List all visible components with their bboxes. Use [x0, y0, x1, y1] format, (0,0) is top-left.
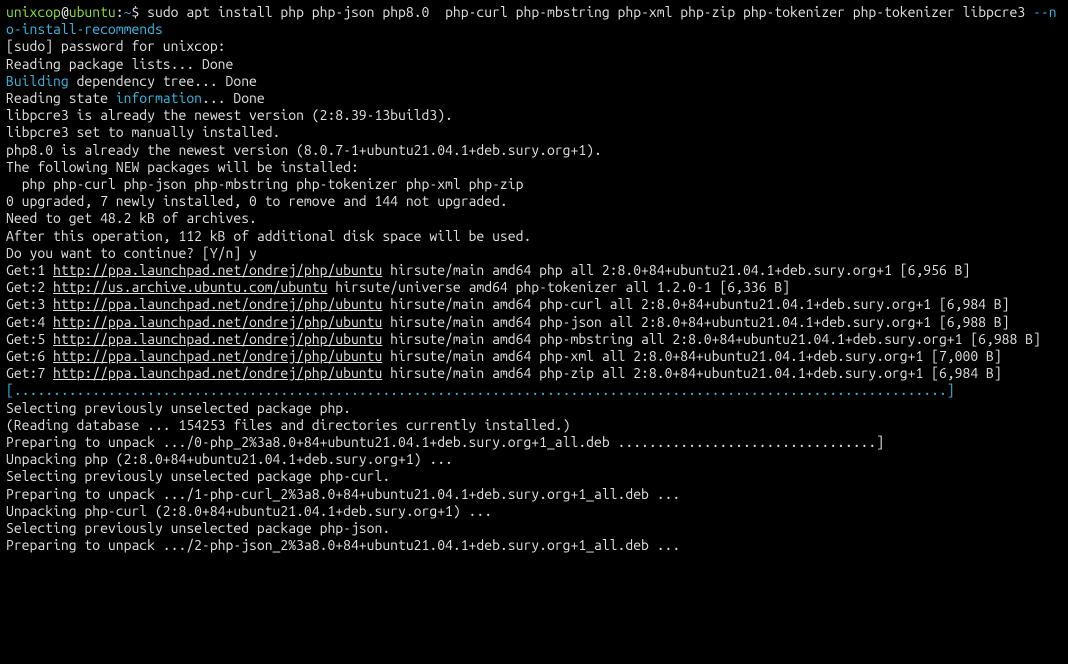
line-get3-pre: Get:3 [6, 296, 53, 312]
line-get3-post: hirsute/main amd64 php-curl all 2:8.0+84… [382, 296, 1009, 312]
line-continue-q: Do you want to continue? [Y/n] y [6, 245, 257, 261]
line-sel-phpjson: Selecting previously unselected package … [6, 520, 390, 536]
line-libpcre-ver: libpcre3 is already the newest version (… [6, 107, 453, 123]
line-upgrade-summary: 0 upgraded, 7 newly installed, 0 to remo… [6, 193, 508, 209]
line-get1-post: hirsute/main amd64 php all 2:8.0+84+ubun… [382, 262, 970, 278]
line-get5-pre: Get:5 [6, 331, 53, 347]
line-sudo-pw: [sudo] password for unixcop: [6, 38, 226, 54]
prompt-at: @ [61, 4, 69, 20]
line-get1-pre: Get:1 [6, 262, 53, 278]
line-get2-post: hirsute/universe amd64 php-tokenizer all… [327, 279, 790, 295]
line-get7-url: http://ppa.launchpad.net/ondrej/php/ubun… [53, 365, 382, 381]
line-unpack-phpcurl: Unpacking php-curl (2:8.0+84+ubuntu21.04… [6, 503, 492, 519]
line-new-pkgs-hdr: The following NEW packages will be insta… [6, 159, 359, 175]
line-get6-post: hirsute/main amd64 php-xml all 2:8.0+84+… [382, 348, 1001, 364]
prompt-symbol: $ [131, 4, 139, 20]
line-get7-pre: Get:7 [6, 365, 53, 381]
command-text: sudo apt install php php-json php8.0 php… [147, 4, 1033, 20]
line-libpcre-manual: libpcre3 set to manually installed. [6, 124, 280, 140]
line-get5-url: http://ppa.launchpad.net/ondrej/php/ubun… [53, 331, 382, 347]
line-get5-post: hirsute/main amd64 php-mbstring all 2:8.… [382, 331, 1041, 347]
line-get6-pre: Get:6 [6, 348, 53, 364]
prompt-colon: : [116, 4, 124, 20]
line-get3-url: http://ppa.launchpad.net/ondrej/php/ubun… [53, 296, 382, 312]
prompt-user: unixcop [6, 4, 61, 20]
line-get4-post: hirsute/main amd64 php-json all 2:8.0+84… [382, 314, 1009, 330]
line-get4-url: http://ppa.launchpad.net/ondrej/php/ubun… [53, 314, 382, 330]
line-get2-pre: Get:2 [6, 279, 53, 295]
line-information: information [116, 90, 202, 106]
line-prep-php: Preparing to unpack .../0-php_2%3a8.0+84… [6, 434, 884, 450]
line-get7-post: hirsute/main amd64 php-zip all 2:8.0+84+… [382, 365, 1001, 381]
line-new-pkgs-list: php php-curl php-json php-mbstring php-t… [6, 176, 523, 192]
line-sel-php: Selecting previously unselected package … [6, 400, 351, 416]
line-get1-url: http://ppa.launchpad.net/ondrej/php/ubun… [53, 262, 382, 278]
line-sel-phpcurl: Selecting previously unselected package … [6, 468, 390, 484]
line-prep-phpjson: Preparing to unpack .../2-php-json_2%3a8… [6, 537, 680, 553]
line-read-db: (Reading database ... 154253 files and d… [6, 417, 570, 433]
line-get4-pre: Get:4 [6, 314, 53, 330]
line-prep-phpcurl: Preparing to unpack .../1-php-curl_2%3a8… [6, 486, 680, 502]
line-building: Building [6, 73, 69, 89]
line-progress-bar: [.......................................… [6, 382, 955, 398]
terminal-output: unixcop@ubuntu:~$ sudo apt install php p… [0, 0, 1068, 559]
line-php8-ver: php8.0 is already the newest version (8.… [6, 142, 602, 158]
line-get2-url: http://us.archive.ubuntu.com/ubuntu [53, 279, 327, 295]
line-read-pkg: Reading package lists... Done [6, 56, 233, 72]
line-after-op: After this operation, 112 kB of addition… [6, 228, 531, 244]
prompt-host: ubuntu [69, 4, 116, 20]
line-read-state-tail: ... Done [202, 90, 265, 106]
line-read-state: Reading state [6, 90, 116, 106]
line-unpack-php: Unpacking php (2:8.0+84+ubuntu21.04.1+de… [6, 451, 453, 467]
line-need-get: Need to get 48.2 kB of archives. [6, 210, 257, 226]
line-get6-url: http://ppa.launchpad.net/ondrej/php/ubun… [53, 348, 382, 364]
line-dep-tree: dependency tree... Done [69, 73, 257, 89]
